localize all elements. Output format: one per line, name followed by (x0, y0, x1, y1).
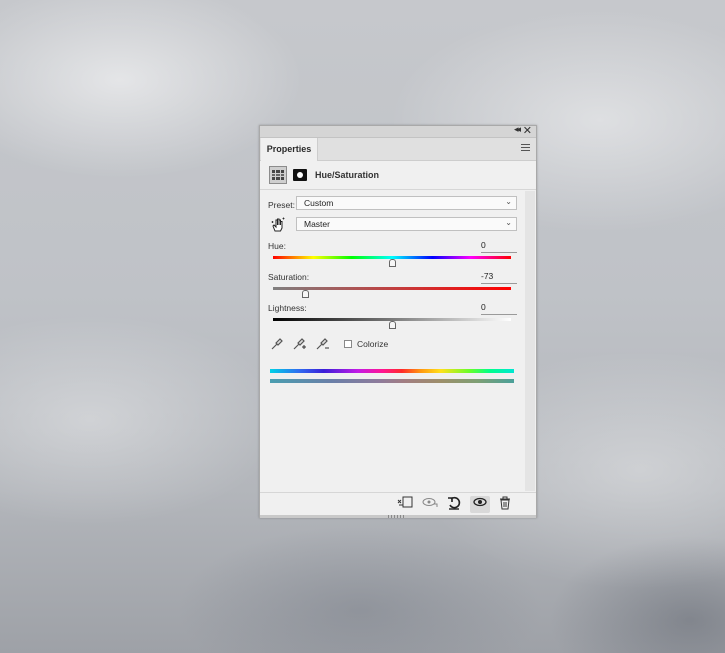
add-to-sample-eyedropper-icon[interactable] (292, 337, 306, 354)
view-previous-state-icon[interactable] (420, 496, 440, 513)
delete-icon[interactable] (495, 496, 515, 513)
subtract-from-sample-eyedropper-icon[interactable] (315, 337, 329, 354)
panel-menu-icon[interactable] (521, 144, 530, 151)
tab-bar: Properties (260, 138, 536, 161)
hue-slider-thumb[interactable] (388, 259, 396, 267)
lightness-value-field[interactable]: 0 (481, 302, 517, 315)
adjustment-header: Hue/Saturation (269, 166, 529, 186)
panel-scrollbar[interactable] (525, 191, 535, 491)
lightness-label: Lightness: (268, 303, 307, 313)
preset-label: Preset: (268, 200, 295, 210)
properties-panel: ◂◂ ✕ Properties Hue/Saturation Preset: C… (259, 124, 537, 518)
saturation-slider-track[interactable] (273, 287, 511, 290)
hue-label: Hue: (268, 241, 286, 251)
targeted-adjustment-hand-icon[interactable] (271, 217, 285, 236)
channel-select[interactable]: Master ⌄ (296, 217, 517, 231)
reset-icon[interactable] (444, 496, 464, 513)
saturation-label: Saturation: (268, 272, 310, 282)
hue-saturation-adjustment-icon[interactable] (269, 166, 287, 184)
panel-footer (260, 492, 536, 516)
colorize-checkbox[interactable] (344, 340, 352, 348)
input-color-range-bar (270, 369, 514, 373)
close-icon[interactable]: ✕ (523, 124, 532, 137)
preset-value: Custom (304, 198, 334, 208)
eyedropper-icon[interactable] (270, 337, 284, 354)
toggle-visibility-icon[interactable] (470, 496, 490, 513)
collapse-icon[interactable]: ◂◂ (514, 124, 521, 135)
divider (260, 189, 536, 190)
chevron-down-icon: ⌄ (505, 197, 512, 206)
layer-mask-icon[interactable] (293, 169, 307, 181)
lightness-slider-thumb[interactable] (388, 321, 396, 329)
saturation-value-field[interactable]: -73 (481, 271, 517, 284)
adjustment-title: Hue/Saturation (315, 170, 380, 180)
tab-properties[interactable]: Properties (261, 138, 318, 161)
chevron-down-icon: ⌄ (505, 218, 512, 227)
colorize-label: Colorize (357, 339, 389, 349)
channel-value: Master (304, 219, 330, 229)
preset-select[interactable]: Custom ⌄ (296, 196, 517, 210)
panel-title-bar[interactable]: ◂◂ ✕ (260, 124, 536, 138)
resize-grip-icon[interactable] (388, 515, 406, 518)
output-color-range-bar (270, 379, 514, 383)
panel-resize-edge[interactable] (260, 515, 536, 518)
saturation-slider-thumb[interactable] (301, 290, 309, 298)
hue-value-field[interactable]: 0 (481, 240, 517, 253)
clip-to-layer-icon[interactable] (395, 496, 415, 513)
